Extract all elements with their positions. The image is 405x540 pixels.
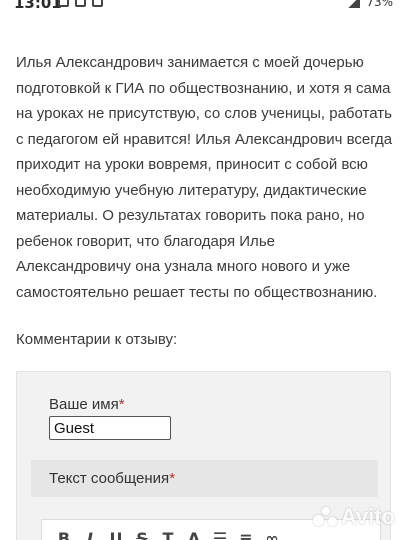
- message-label: Текст сообщения*: [49, 470, 176, 487]
- status-system-icons: 73%: [348, 0, 393, 9]
- avito-logo-icon: [312, 506, 337, 528]
- required-mark: *: [118, 396, 125, 413]
- notification-icon: [75, 0, 86, 7]
- link-icon[interactable]: ∞: [264, 529, 280, 540]
- signal-icon: [348, 0, 361, 8]
- notification-icon: [58, 0, 69, 7]
- watermark-text: Avito: [340, 504, 395, 529]
- text-color-button[interactable]: A: [186, 529, 202, 540]
- strikethrough-button[interactable]: S: [134, 529, 150, 540]
- font-size-button[interactable]: T: [160, 529, 176, 540]
- message-header: Текст сообщения*: [31, 460, 378, 497]
- required-mark: *: [169, 470, 176, 487]
- comments-heading: Комментарии к отзыву:: [16, 331, 178, 348]
- italic-button[interactable]: I: [82, 529, 98, 540]
- settings-icon: [92, 0, 103, 7]
- name-label: Ваше имя*: [49, 396, 125, 413]
- underline-button[interactable]: U: [108, 529, 124, 540]
- numbered-list-icon[interactable]: ≡: [238, 529, 254, 540]
- name-input[interactable]: [49, 416, 171, 440]
- status-time: 13:01: [14, 0, 62, 12]
- list-icon[interactable]: ☰: [212, 529, 228, 540]
- battery-percent: 73%: [366, 0, 393, 9]
- review-text: Илья Александрович занимается с моей доч…: [16, 54, 393, 301]
- status-bar: 13:01 73%: [0, 0, 405, 12]
- avito-watermark: Avito: [312, 504, 395, 530]
- status-notification-icons: [58, 0, 103, 7]
- bold-button[interactable]: B: [56, 529, 72, 540]
